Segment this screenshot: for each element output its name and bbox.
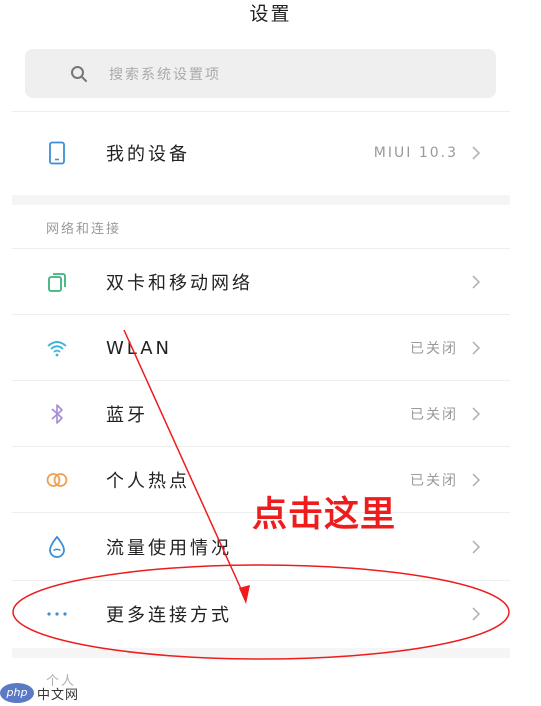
watermark: php 中文网 (0, 682, 79, 704)
phone-icon (45, 141, 69, 165)
chevron-right-icon (472, 407, 481, 421)
chevron-right-icon (472, 275, 481, 289)
sim-cards-icon (45, 270, 69, 294)
annotation-text: 点击这里 (252, 495, 397, 535)
settings-item-value: MIUI 10.3 (373, 145, 458, 161)
settings-item-bluetooth[interactable]: 蓝牙 已关闭 (12, 384, 510, 444)
settings-item-label: 流量使用情况 (106, 538, 232, 559)
settings-item-label: 蓝牙 (106, 405, 148, 426)
chevron-right-icon (472, 540, 481, 554)
section-divider (12, 195, 510, 205)
divider (12, 580, 510, 581)
search-icon (69, 64, 89, 84)
settings-item-label: 双卡和移动网络 (106, 273, 253, 294)
chevron-right-icon (472, 473, 481, 487)
hotspot-icon (45, 468, 69, 492)
settings-item-sim-network[interactable]: 双卡和移动网络 (12, 252, 510, 312)
settings-item-label: 个人热点 (106, 471, 190, 492)
divider (12, 446, 510, 447)
search-bar[interactable]: 搜索系统设置项 (25, 49, 496, 98)
watermark-logo: php (0, 683, 34, 703)
search-placeholder: 搜索系统设置项 (109, 66, 221, 83)
data-usage-icon (45, 535, 69, 559)
bluetooth-icon (45, 402, 69, 426)
chevron-right-icon (472, 341, 481, 355)
chevron-right-icon (472, 146, 481, 160)
wifi-icon (45, 336, 69, 360)
divider (12, 380, 510, 381)
settings-item-label: 我的设备 (106, 144, 190, 165)
divider (12, 248, 510, 249)
settings-item-my-device[interactable]: 我的设备 MIUI 10.3 (12, 123, 510, 183)
divider (12, 314, 510, 315)
divider (12, 111, 510, 112)
page-title: 设置 (249, 3, 292, 25)
settings-item-label: WLAN (106, 337, 173, 359)
settings-item-value: 已关闭 (410, 341, 458, 357)
more-icon (45, 602, 69, 626)
settings-item-label: 更多连接方式 (106, 605, 232, 626)
watermark-text: 中文网 (37, 687, 80, 703)
settings-item-value: 已关闭 (410, 473, 458, 489)
settings-item-wlan[interactable]: WLAN 已关闭 (12, 318, 510, 378)
chevron-right-icon (472, 607, 481, 621)
settings-item-value: 已关闭 (410, 407, 458, 423)
section-header-network: 网络和连接 (46, 222, 122, 237)
settings-item-more-connections[interactable]: 更多连接方式 (12, 584, 510, 644)
section-divider (12, 648, 510, 658)
